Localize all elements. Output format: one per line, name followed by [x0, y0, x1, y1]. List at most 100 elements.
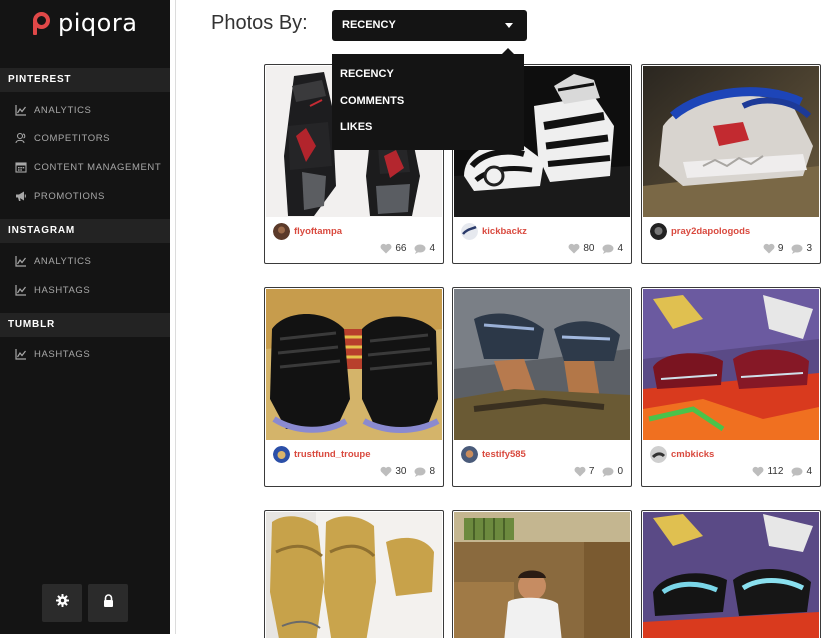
sidebar-item-instagram-analytics[interactable]: ANALYTICS: [0, 250, 170, 272]
like-count: 9: [777, 243, 784, 254]
sort-dropdown-menu: RECENCY COMMENTS LIKES: [332, 48, 524, 150]
section-header-pinterest: PINTEREST: [0, 68, 170, 92]
chart-icon: [15, 104, 27, 116]
section-header-instagram: INSTAGRAM: [0, 219, 170, 243]
avatar: [650, 223, 667, 240]
comment-count: 8: [429, 466, 435, 477]
like-count: 112: [767, 466, 784, 477]
photo-stats: 66 4: [380, 243, 435, 254]
username: trustfund_troupe: [294, 449, 371, 460]
comment-icon: [791, 244, 803, 254]
like-count: 7: [588, 466, 595, 477]
comment-count: 0: [617, 466, 623, 477]
photo-card[interactable]: pray2dapologods 9 3: [641, 64, 821, 264]
sidebar-item-label: CONTENT MANAGEMENT: [34, 161, 162, 173]
username: kickbackz: [482, 226, 527, 237]
piqora-logo-icon: [32, 10, 52, 36]
photo-stats: 80 4: [568, 243, 623, 254]
avatar: [461, 446, 478, 463]
sidebar-item-label: PROMOTIONS: [34, 190, 105, 202]
photo-card[interactable]: [641, 510, 821, 638]
photo-card[interactable]: [264, 510, 444, 638]
photo-stats: 30 8: [380, 466, 435, 477]
photo-image[interactable]: [266, 289, 442, 440]
photo-stats: 9 3: [763, 243, 812, 254]
avatar: [273, 446, 290, 463]
content-divider: [175, 0, 176, 634]
photo-card[interactable]: [452, 510, 632, 638]
app-window: piqora PINTEREST ANALYTICS COMPETITORS C…: [0, 0, 828, 638]
heart-icon: [753, 466, 764, 477]
calendar-icon: [15, 161, 27, 173]
sidebar-item-label: HASHTAGS: [34, 284, 91, 296]
photo-user[interactable]: kickbackz: [461, 223, 527, 240]
comment-icon: [414, 467, 426, 477]
sort-option-recency[interactable]: RECENCY: [340, 68, 394, 80]
photo-image[interactable]: [643, 289, 819, 440]
chart-icon: [15, 255, 27, 267]
dropdown-notch: [502, 48, 514, 54]
heart-icon: [574, 466, 586, 477]
photo-image[interactable]: [643, 66, 819, 217]
lock-button[interactable]: [88, 584, 128, 622]
comment-count: 3: [806, 243, 812, 254]
like-count: 30: [395, 466, 407, 477]
photo-user[interactable]: cmbkicks: [650, 446, 714, 463]
sort-option-comments[interactable]: COMMENTS: [340, 95, 404, 107]
heart-icon: [380, 243, 392, 254]
photo-image[interactable]: [454, 289, 630, 440]
avatar: [461, 223, 478, 240]
photo-stats: 112 4: [752, 466, 812, 477]
gear-icon: [55, 594, 69, 612]
sidebar-item-label: COMPETITORS: [34, 132, 111, 144]
megaphone-icon: [15, 190, 27, 202]
settings-button[interactable]: [42, 584, 82, 622]
photo-user[interactable]: testify585: [461, 446, 526, 463]
avatar: [273, 223, 290, 240]
sort-option-likes[interactable]: LIKES: [340, 121, 372, 133]
heart-icon: [380, 466, 392, 477]
section-header-tumblr: TUMBLR: [0, 313, 170, 337]
comment-count: 4: [806, 466, 812, 477]
heart-icon: [568, 243, 580, 254]
photos-by-label: Photos By:: [211, 12, 308, 34]
photo-image[interactable]: [266, 512, 442, 638]
chart-icon: [15, 284, 27, 296]
comment-icon: [414, 244, 426, 254]
photo-image[interactable]: [454, 512, 630, 638]
photo-card[interactable]: testify585 7 0: [452, 287, 632, 487]
sidebar-item-content-management[interactable]: CONTENT MANAGEMENT: [0, 156, 170, 178]
photo-card[interactable]: cmbkicks 112 4: [641, 287, 821, 487]
caret-down-icon: [505, 23, 513, 28]
sidebar-item-pinterest-analytics[interactable]: ANALYTICS: [0, 99, 170, 121]
sidebar-item-label: HASHTAGS: [34, 348, 91, 360]
logo[interactable]: piqora: [32, 8, 137, 38]
comment-count: 4: [429, 243, 435, 254]
username: pray2dapologods: [671, 226, 751, 237]
like-count: 80: [583, 243, 595, 254]
photo-image[interactable]: [643, 512, 819, 638]
sidebar: piqora PINTEREST ANALYTICS COMPETITORS C…: [0, 0, 170, 634]
comment-icon: [602, 244, 614, 254]
sidebar-item-instagram-hashtags[interactable]: HASHTAGS: [0, 279, 170, 301]
chart-icon: [15, 348, 27, 360]
username: flyoftampa: [294, 226, 343, 237]
photo-card[interactable]: trustfund_troupe 30 8: [264, 287, 444, 487]
photo-user[interactable]: trustfund_troupe: [273, 446, 371, 463]
sidebar-item-tumblr-hashtags[interactable]: HASHTAGS: [0, 343, 170, 365]
sidebar-item-promotions[interactable]: PROMOTIONS: [0, 185, 170, 207]
heart-icon: [763, 243, 775, 254]
sidebar-item-competitors[interactable]: COMPETITORS: [0, 127, 170, 149]
photo-user[interactable]: flyoftampa: [273, 223, 342, 240]
comment-icon: [602, 467, 614, 477]
sidebar-item-label: ANALYTICS: [34, 104, 92, 116]
avatar: [650, 446, 667, 463]
sort-select-value: RECENCY: [342, 19, 396, 31]
photo-user[interactable]: pray2dapologods: [650, 223, 750, 240]
sidebar-item-label: ANALYTICS: [34, 255, 92, 267]
lock-icon: [103, 594, 114, 612]
comment-icon: [791, 467, 803, 477]
photo-stats: 7 0: [574, 466, 623, 477]
sort-select[interactable]: RECENCY: [332, 10, 527, 41]
like-count: 66: [395, 243, 407, 254]
